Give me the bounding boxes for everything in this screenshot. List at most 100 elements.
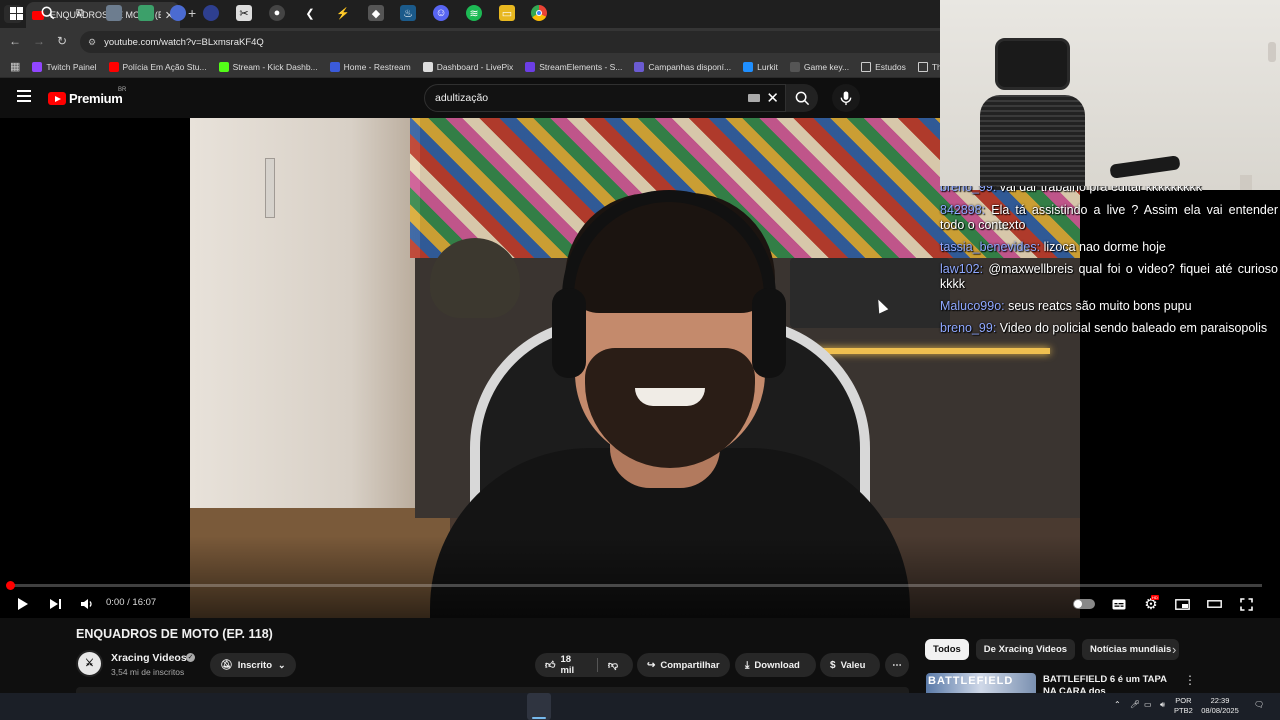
clock-time: 22:39 [1210, 696, 1230, 705]
reload-icon[interactable]: ↻ [57, 34, 67, 48]
bookmark-label: Polícia Em Ação Stu... [122, 61, 207, 72]
chrome-icon[interactable] [531, 5, 547, 21]
settings-button[interactable]: ⚙ HD [1141, 594, 1161, 614]
recommendation-title[interactable]: BATTLEFIELD 6 é um TAPA NA CARA dos CONC… [1043, 674, 1173, 694]
steam-icon[interactable]: ♨ [400, 5, 416, 21]
bookmark-item[interactable]: Game key... [789, 61, 849, 72]
bookmark-item[interactable]: Dashboard - LivePix [422, 61, 513, 72]
file-app-icon[interactable] [106, 5, 122, 21]
search-button[interactable] [786, 84, 818, 112]
autoplay-toggle-track [1073, 599, 1095, 609]
capcut-icon[interactable]: ✂ [236, 5, 252, 21]
system-clock[interactable]: 22:39 08/08/2025 [1200, 696, 1240, 716]
forward-arrow-icon[interactable]: → [33, 34, 45, 48]
blue-app-icon[interactable] [170, 5, 186, 21]
bookmark-item[interactable]: Thumbnails [917, 61, 940, 72]
progress-bar[interactable] [6, 581, 1262, 590]
bookmark-favicon-icon [743, 61, 754, 72]
input-language[interactable]: POR PTB2 [1174, 696, 1193, 716]
spotify-icon[interactable]: ≋ [466, 5, 482, 21]
lightning-app-icon[interactable]: ⚡ [335, 5, 351, 21]
bookmark-item[interactable]: Twitch Painel [32, 61, 97, 72]
bookmark-item[interactable]: Home - Restream [329, 61, 411, 72]
sidebar-filter-chips: Todos De Xracing Videos Notícias mundiais [925, 639, 1186, 661]
green-app-icon[interactable] [138, 5, 154, 21]
site-info-icon[interactable]: ⚙ [88, 37, 96, 48]
share-button[interactable]: ↪ Compartilhar [637, 653, 730, 677]
subscribed-button[interactable]: 🔕︎ Inscrito ⌄ [210, 653, 296, 677]
chat-message: breno_99: Video do policial sendo balead… [940, 321, 1278, 336]
more-vertical-icon[interactable]: ⋮ [1184, 673, 1196, 687]
thumbs-down-icon[interactable]: 👎︎ [608, 659, 618, 671]
file-explorer-icon[interactable]: ▭ [499, 5, 515, 21]
search-input[interactable]: adultização ✕ [424, 84, 786, 112]
more-actions-button[interactable]: ⋯ [885, 653, 909, 677]
tray-overflow-icon[interactable]: ⌃ [1114, 700, 1121, 709]
bookmark-item[interactable]: Polícia Em Ação Stu... [108, 61, 207, 72]
microphone-tray-icon[interactable]: 🎤︎ [1130, 700, 1140, 709]
thanks-button[interactable]: $ Valeu [820, 653, 880, 677]
volume-button[interactable] [78, 594, 96, 614]
windows-start-icon[interactable] [8, 5, 24, 21]
shield-app-icon[interactable]: ◆ [368, 5, 384, 21]
miniplayer-button[interactable] [1173, 594, 1191, 614]
download-label: Download [754, 659, 800, 671]
chat-text: Ela tá assistindo a live ? Assim ela vai… [940, 203, 1278, 232]
bookmark-item[interactable]: Estudos [861, 61, 906, 72]
channel-avatar[interactable]: ⚔ [76, 650, 103, 677]
fullscreen-button[interactable] [1237, 594, 1255, 614]
recommendation-thumbnail[interactable]: BATTLEFIELD [926, 673, 1036, 693]
chat-message: law102: @maxwellbreis qual foi o video? … [940, 262, 1278, 292]
chrome-center [536, 10, 542, 16]
next-icon [49, 599, 61, 609]
bookmark-item[interactable]: StreamElements - S... [525, 61, 622, 72]
bookmark-item[interactable]: Stream - Kick Dashb... [218, 61, 318, 72]
download-button[interactable]: ⤓ Download [735, 653, 816, 677]
chevron-right-icon[interactable]: › [1172, 642, 1176, 657]
like-count[interactable]: 18 mil [560, 654, 586, 676]
youtube-premium-logo[interactable]: Premium BR [48, 87, 126, 106]
theater-mode-button[interactable] [1205, 594, 1223, 614]
back-arrow-icon[interactable]: ← [9, 34, 21, 48]
keyboard-icon[interactable] [748, 94, 761, 102]
channel-name[interactable]: Xracing Videos [111, 652, 187, 664]
scrubber-handle[interactable] [6, 581, 15, 590]
obs-icon[interactable]: ● [269, 5, 285, 21]
thumbs-up-icon[interactable]: 👍︎ [545, 659, 555, 671]
notification-icon[interactable]: 🗨︎ [1254, 700, 1264, 709]
autoplay-toggle[interactable] [1072, 594, 1096, 614]
bookmark-label: Campanhas disponí... [648, 61, 732, 72]
network-icon[interactable]: ▭ [1144, 700, 1152, 709]
task-view-icon[interactable]: ⧉ [72, 5, 88, 21]
video-door-handle [265, 158, 275, 218]
apps-grid-icon[interactable]: ▦ [10, 60, 20, 73]
audio-app-icon[interactable] [203, 5, 219, 21]
subtitles-button[interactable] [1110, 594, 1128, 614]
filter-chip[interactable]: Notícias mundiais [1082, 639, 1180, 660]
menu-icon[interactable] [17, 90, 31, 105]
lang-code: POR [1175, 696, 1192, 705]
headphones-right [752, 288, 786, 378]
play-button[interactable] [14, 594, 32, 614]
bookmark-item[interactable]: Lurkit [743, 61, 778, 72]
time-display: 0:00 / 16:07 [106, 597, 157, 608]
voice-search-button[interactable] [832, 84, 860, 112]
address-bar[interactable]: ⚙ youtube.com/watch?v=BLxmsraKF4Q [80, 31, 940, 53]
bookmark-item[interactable]: Campanhas disponí... [634, 61, 732, 72]
chat-username: breno_99: [940, 186, 997, 194]
bookmark-label: Lurkit [757, 61, 778, 72]
taskbar-search-icon[interactable] [40, 5, 56, 21]
new-tab-button[interactable]: + [188, 5, 196, 21]
video-helmet [430, 238, 520, 318]
arrow-app-icon[interactable]: ❮ [302, 5, 318, 21]
filter-chip[interactable]: Todos [925, 639, 969, 660]
speaker-icon[interactable]: 🔊︎ [1160, 700, 1165, 710]
bookmark-favicon-icon [422, 61, 433, 72]
next-button[interactable] [46, 594, 64, 614]
windows-taskbar [0, 693, 1280, 720]
chat-message: 842898: Ela tá assistindo a live ? Assim… [940, 203, 1278, 233]
discord-icon[interactable]: ☺ [433, 5, 449, 21]
clear-search-icon[interactable]: ✕ [766, 89, 779, 107]
filter-chip[interactable]: De Xracing Videos [975, 639, 1076, 660]
chat-username: Maluco99o: [940, 299, 1005, 313]
